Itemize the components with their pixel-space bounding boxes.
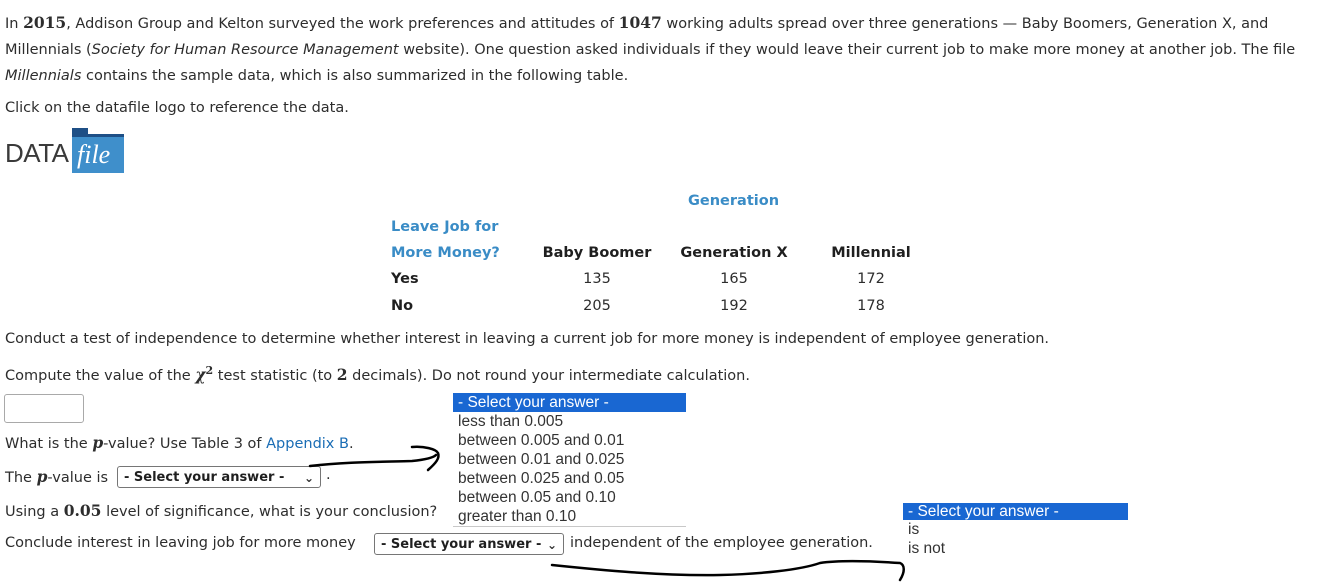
intro-text: In	[5, 16, 24, 32]
table-cell: 165	[720, 271, 748, 287]
appendix-link[interactable]: Appendix B	[266, 436, 349, 452]
pvalue-question: What is the p-value? Use Table 3 of Appe…	[5, 433, 354, 452]
intro-text: contains the sample data, which is also …	[81, 68, 629, 84]
table-row-header-line2: More Money?	[391, 245, 500, 261]
statistic-text: Compute the value of the	[5, 367, 196, 384]
conclusion-select[interactable]: - Select your answer - ⌄	[374, 533, 564, 555]
table-cell: 135	[583, 271, 611, 287]
table-cell: 172	[857, 271, 885, 287]
dropdown-option[interactable]: is	[903, 520, 1128, 539]
datafile-logo[interactable]: DATA file	[5, 128, 127, 173]
pvalue-dropdown-list[interactable]: - Select your answer - less than 0.005 b…	[453, 393, 686, 527]
dropdown-option[interactable]: between 0.01 and 0.025	[453, 450, 686, 469]
logo-data-text: DATA	[5, 138, 69, 168]
file-name: Millennials	[5, 68, 82, 84]
source-name: Society for Human Resource Management	[91, 42, 399, 58]
decimals-count: 2	[336, 364, 348, 384]
problem-intro: In 2015, Addison Group and Kelton survey…	[5, 10, 1325, 89]
pvalue-text: -value? Use Table 3 of	[103, 436, 267, 452]
dropdown-option[interactable]: greater than 0.10	[453, 507, 686, 526]
chi-symbol: χ	[195, 364, 206, 384]
independence-question: Conduct a test of independence to determ…	[5, 331, 1050, 347]
chi-square-input[interactable]	[4, 394, 84, 423]
annotation-underline-arrow	[550, 559, 905, 582]
dropdown-option[interactable]: is not	[903, 539, 1128, 558]
conclude-suffix: independent of the employee generation.	[570, 535, 873, 551]
column-header: Millennial	[831, 245, 911, 261]
conclusion-question: Using a 0.05 level of significance, what…	[5, 501, 437, 520]
table-row-header-line1: Leave Job for	[391, 219, 499, 235]
logo-file-text: file	[77, 140, 111, 169]
table-cell: 205	[583, 298, 611, 314]
annotation-arrow-stroke	[308, 453, 438, 468]
column-header: Generation X	[680, 245, 788, 261]
dropdown-option[interactable]: - Select your answer -	[453, 393, 686, 412]
row-label: No	[391, 298, 414, 314]
statistic-text: test statistic (to	[213, 367, 337, 384]
file-icon: file	[72, 134, 124, 173]
dropdown-option[interactable]: between 0.05 and 0.10	[453, 488, 686, 507]
table-cell: 192	[720, 298, 748, 314]
pvalue-line-text: -value is	[47, 470, 109, 486]
statistic-question: Compute the value of the χ 2 test statist…	[5, 364, 750, 384]
pvalue-text: .	[348, 436, 354, 452]
intro-text: website). One question asked individuals…	[398, 42, 1296, 58]
p-symbol: p	[36, 467, 48, 486]
pvalue-text: What is the	[5, 436, 93, 452]
column-header: Baby Boomer	[542, 245, 652, 261]
survey-year: 2015	[23, 13, 67, 32]
pvalue-line: The p-value is	[5, 467, 108, 486]
conclude-label: Conclude interest in leaving job for mor…	[5, 535, 356, 551]
row-label: Yes	[391, 271, 419, 287]
dropdown-option[interactable]: - Select your answer -	[903, 503, 1128, 520]
annotation-arrow-hook	[410, 445, 440, 472]
dropdown-option[interactable]: between 0.025 and 0.05	[453, 469, 686, 488]
pvalue-period: .	[326, 467, 331, 483]
p-symbol: p	[92, 433, 104, 452]
dropdown-option[interactable]: between 0.005 and 0.01	[453, 431, 686, 450]
dropdown-option[interactable]: less than 0.005	[453, 412, 686, 431]
pvalue-select-value: - Select your answer -	[124, 470, 285, 485]
table-cell: 178	[857, 298, 885, 314]
datafile-instruction: Click on the datafile logo to reference …	[5, 100, 349, 116]
pvalue-select[interactable]: - Select your answer - ⌄	[117, 466, 321, 488]
conclusion-text: Using a	[5, 504, 64, 520]
conclusion-text: level of significance, what is your conc…	[101, 504, 438, 520]
chevron-down-icon: ⌄	[303, 471, 314, 485]
pvalue-line-text: The	[5, 470, 37, 486]
statistic-text: decimals). Do not round your intermediat…	[347, 367, 750, 384]
chevron-down-icon: ⌄	[546, 538, 557, 552]
sample-size: 1047	[618, 13, 662, 32]
conclusion-select-value: - Select your answer -	[381, 537, 542, 552]
conclusion-dropdown-list[interactable]: - Select your answer - is is not	[903, 503, 1128, 558]
intro-text: , Addison Group and Kelton surveyed the …	[66, 16, 619, 32]
significance-level: 0.05	[63, 501, 102, 520]
table-group-header: Generation	[688, 193, 780, 209]
